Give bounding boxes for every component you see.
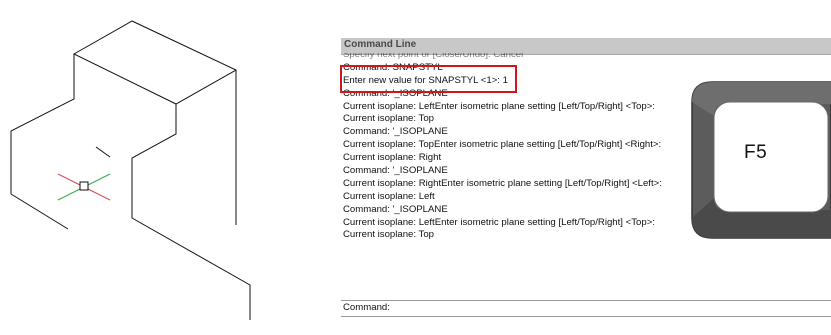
crosshair-cursor bbox=[57, 173, 111, 201]
f5-key-label: F5 bbox=[744, 142, 768, 163]
command-input[interactable]: Command: bbox=[341, 300, 831, 317]
f5-key: F5 bbox=[690, 80, 831, 240]
command-prompt: Command: bbox=[343, 302, 390, 313]
command-line-title: Command Line bbox=[344, 39, 417, 50]
model-space-drawing[interactable] bbox=[0, 0, 340, 335]
key-face bbox=[713, 101, 829, 213]
cursor-pickbox bbox=[79, 181, 89, 191]
snapstyl-highlight-box bbox=[340, 65, 517, 93]
command-history-line: Specify next point or [Close/Undo]: Canc… bbox=[343, 53, 524, 60]
isometric-shape bbox=[10, 20, 251, 320]
autocad-screenshot: Command Line Specify next point or [Clos… bbox=[0, 0, 831, 335]
